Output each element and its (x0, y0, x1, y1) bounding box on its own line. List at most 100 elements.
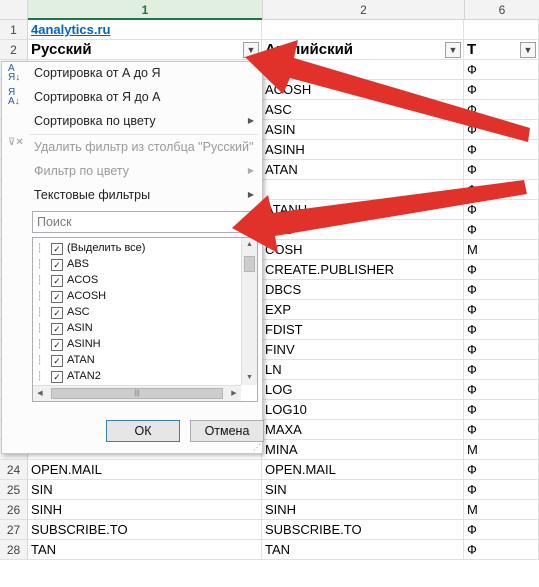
table-cell[interactable]: ASINH (262, 140, 464, 160)
table-cell[interactable]: Ф (464, 380, 539, 400)
checkbox[interactable]: ✓ (51, 371, 63, 383)
table-cell[interactable]: Ф (464, 420, 539, 440)
table-cell[interactable]: SUBSCRIBE.TO (28, 520, 262, 540)
ok-button[interactable]: ОК (106, 420, 180, 442)
table-cell[interactable]: Ф (464, 300, 539, 320)
table-cell[interactable]: Ф (464, 340, 539, 360)
sort-asc-item[interactable]: А Я↓ Сортировка от А до Я (2, 62, 260, 84)
table-cell[interactable]: Ф (464, 320, 539, 340)
sort-desc-item[interactable]: Я А↓ Сортировка от Я до А (2, 86, 260, 108)
table-cell[interactable]: Ф (464, 460, 539, 480)
row-header[interactable]: 24 (0, 460, 28, 480)
table-cell[interactable]: М (464, 440, 539, 460)
table-cell[interactable]: Ф (464, 60, 539, 80)
row-header[interactable]: 1 (0, 20, 28, 40)
table-cell[interactable]: MINA (262, 440, 464, 460)
sort-by-color-item[interactable]: Сортировка по цвету ▶ (2, 110, 260, 132)
vertical-scrollbar[interactable]: ▲ ▼ (241, 238, 257, 385)
table-cell[interactable]: Ф (464, 520, 539, 540)
search-input[interactable]: Поиск ⌕ (32, 211, 258, 233)
table-cell[interactable]: ASC (262, 100, 464, 120)
cancel-button[interactable]: Отмена (190, 420, 264, 442)
site-link[interactable]: 4analytics.ru (28, 20, 262, 40)
table-cell[interactable]: FDIST (262, 320, 464, 340)
filter-list-item[interactable]: ┆ ✓ ACOS (37, 272, 98, 288)
row-header[interactable]: 28 (0, 540, 28, 560)
table-header-cell[interactable]: Английский (262, 40, 464, 60)
table-cell[interactable]: FINV (262, 340, 464, 360)
table-cell[interactable]: Ф (464, 160, 539, 180)
table-cell[interactable]: SINH (28, 500, 262, 520)
checkbox[interactable]: ✓ (51, 275, 63, 287)
row-header[interactable]: 27 (0, 520, 28, 540)
table-cell[interactable]: EXP (262, 300, 464, 320)
filter-list-item[interactable]: ┆ ✓ ABS (37, 256, 89, 272)
table-cell[interactable]: ATAN (262, 160, 464, 180)
table-cell[interactable]: Ф (464, 80, 539, 100)
table-cell[interactable]: LN (262, 360, 464, 380)
column-header-1[interactable]: 1 (28, 0, 262, 20)
filter-list-item[interactable]: ┆ ✓ (Выделить все) (37, 240, 145, 256)
table-cell[interactable]: LOG10 (262, 400, 464, 420)
table-cell[interactable]: Ф (464, 140, 539, 160)
table-cell[interactable]: Ф (464, 120, 539, 140)
scroll-down-icon[interactable]: ▼ (242, 371, 257, 385)
resize-grip-icon[interactable]: ⋰ (253, 443, 261, 452)
select-all-corner[interactable] (0, 0, 28, 20)
filter-list-item[interactable]: ┆ ✓ ATAN2 (37, 368, 101, 384)
table-cell[interactable]: Ф (464, 360, 539, 380)
table-cell[interactable]: ASIN (262, 120, 464, 140)
table-cell[interactable]: OPEN.MAIL (28, 460, 262, 480)
checkbox[interactable]: ✓ (51, 291, 63, 303)
table-cell[interactable]: SINH (262, 500, 464, 520)
checkbox[interactable]: ✓ (51, 339, 63, 351)
checkbox[interactable]: ✓ (51, 355, 63, 367)
table-cell[interactable]: Ф (464, 480, 539, 500)
filter-list-item[interactable]: ┆ ✓ ACOSH (37, 288, 106, 304)
column-header-2[interactable]: 2 (262, 0, 464, 20)
filter-dropdown-button[interactable]: ▼ (445, 42, 461, 58)
filter-list-item[interactable]: ┆ ✓ ASIN (37, 320, 93, 336)
table-cell[interactable] (464, 20, 539, 40)
row-header[interactable]: 25 (0, 480, 28, 500)
table-cell[interactable]: Ф (464, 260, 539, 280)
table-cell[interactable]: М (464, 240, 539, 260)
checkbox[interactable]: ✓ (51, 307, 63, 319)
table-cell[interactable]: М (464, 500, 539, 520)
table-cell[interactable]: Ф (464, 540, 539, 560)
row-header[interactable]: 2 (0, 40, 28, 60)
checkbox[interactable]: ✓ (51, 243, 63, 255)
table-cell[interactable] (262, 20, 464, 40)
table-cell[interactable]: MAXA (262, 420, 464, 440)
table-cell[interactable]: Ф (464, 400, 539, 420)
filter-list-item[interactable]: ┆ ✓ ASINH (37, 336, 101, 352)
horizontal-scrollbar[interactable]: ◀ ||| ▶ (33, 385, 241, 401)
table-cell[interactable]: CREATE.PUBLISHER (262, 260, 464, 280)
checkbox[interactable]: ✓ (51, 323, 63, 335)
column-header-6[interactable]: 6 (464, 0, 539, 20)
filter-dropdown-button[interactable]: ▼ (243, 42, 259, 58)
table-cell[interactable]: Ф (464, 200, 539, 220)
filter-dropdown-button[interactable]: ▼ (520, 42, 536, 58)
table-cell[interactable]: Ф (464, 220, 539, 240)
scroll-thumb-horizontal[interactable]: ||| (51, 388, 223, 399)
scroll-right-icon[interactable]: ▶ (227, 386, 241, 401)
table-cell[interactable]: ACOS (262, 60, 464, 80)
table-cell[interactable]: COSH (262, 240, 464, 260)
table-cell[interactable]: COS (262, 220, 464, 240)
table-cell[interactable]: Ф (464, 280, 539, 300)
checkbox[interactable]: ✓ (51, 259, 63, 271)
text-filters-item[interactable]: Текстовые фильтры ▶ (2, 184, 260, 206)
scroll-up-icon[interactable]: ▲ (242, 238, 257, 252)
row-header[interactable]: 26 (0, 500, 28, 520)
table-cell[interactable]: SIN (28, 480, 262, 500)
table-cell[interactable]: Ф (464, 180, 539, 200)
filter-list-item[interactable]: ┆ ✓ ATAN (37, 352, 95, 368)
table-cell[interactable]: TAN (262, 540, 464, 560)
table-cell[interactable]: ACOSH (262, 80, 464, 100)
table-cell[interactable]: ATANH (262, 200, 464, 220)
table-cell[interactable]: LOG (262, 380, 464, 400)
scroll-left-icon[interactable]: ◀ (33, 386, 47, 401)
table-cell[interactable]: TAN (28, 540, 262, 560)
table-cell[interactable] (262, 180, 464, 200)
